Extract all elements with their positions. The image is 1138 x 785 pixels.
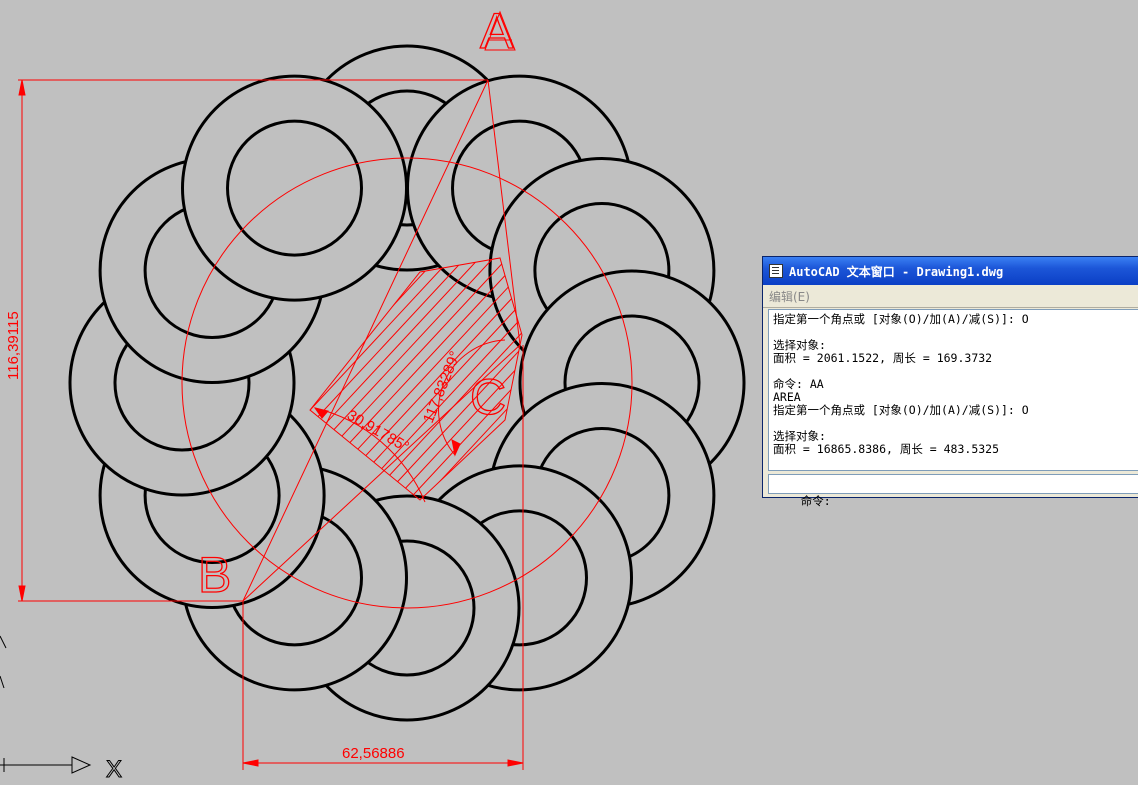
point-c-label: C <box>470 369 506 425</box>
command-history[interactable]: 指定第一个角点或 [对象(O)/加(A)/减(S)]: O 选择对象: 面积 = 2… <box>768 309 1138 471</box>
history-line: 指定第一个角点或 [对象(O)/加(A)/减(S)]: O <box>773 312 1029 326</box>
text-window-title-bar[interactable]: AutoCAD 文本窗口 - Drawing1.dwg <box>763 257 1138 285</box>
history-line <box>773 365 1137 378</box>
window-icon <box>769 264 783 278</box>
history-line <box>773 417 1137 430</box>
text-window-title: AutoCAD 文本窗口 - Drawing1.dwg <box>789 264 1004 279</box>
ucs-x-label: X <box>106 756 122 783</box>
point-a-label: A <box>480 3 514 59</box>
ucs-icon <box>0 635 92 774</box>
history-line: 指定第一个角点或 [对象(O)/加(A)/减(S)]: O <box>773 403 1029 417</box>
interlocking-rings <box>68 44 746 722</box>
command-input[interactable]: 命令: <box>768 474 1138 508</box>
menu-edit[interactable]: 编辑(E) <box>769 288 810 305</box>
history-line: 面积 = 2061.1522, 周长 = 169.3732 <box>773 351 993 365</box>
history-line <box>773 326 1137 339</box>
point-b-label: B <box>198 547 231 603</box>
history-line: 面积 = 16865.8386, 周长 = 483.5325 <box>773 442 1000 456</box>
text-window[interactable]: AutoCAD 文本窗口 - Drawing1.dwg 编辑(E) 指定第一个角… <box>762 256 1138 508</box>
command-prompt: 命令: <box>800 494 831 508</box>
vertical-dimension-text: 116,39115 <box>5 311 22 380</box>
angular-dimension-inner: 30,91785° <box>344 407 412 456</box>
history-line: 命令: AA <box>773 377 824 391</box>
text-window-menubar: 编辑(E) <box>763 285 1138 308</box>
horizontal-dimension-text: 62,56886 <box>342 745 405 762</box>
